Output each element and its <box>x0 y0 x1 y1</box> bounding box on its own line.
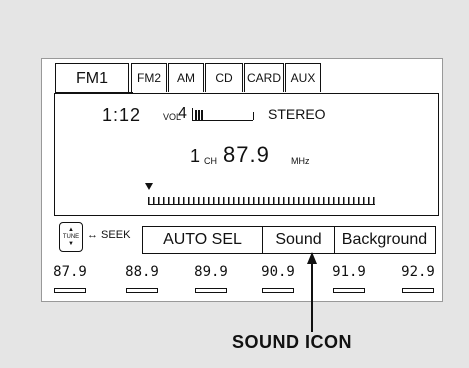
tune-up-icon[interactable]: ▲ <box>68 227 74 234</box>
preset-freq: 90.9 <box>261 264 295 280</box>
tune-down-icon[interactable]: ▼ <box>68 241 74 248</box>
sound-icon-callout: SOUND ICON <box>232 332 353 352</box>
clock: 1:12 <box>102 105 142 125</box>
tune-control[interactable]: ▲ TUNE ▼ <box>59 222 83 252</box>
preset-5[interactable]: 91.9 <box>329 264 369 293</box>
tab-aux[interactable]: AUX <box>285 63 321 92</box>
preset-bar <box>402 288 434 293</box>
preset-bar <box>262 288 294 293</box>
preset-6[interactable]: 92.9 <box>398 264 438 293</box>
frequency-unit: MHz <box>291 156 310 166</box>
preset-bar <box>333 288 365 293</box>
preset-4[interactable]: 90.9 <box>258 264 298 293</box>
preset-freq: 87.9 <box>53 264 87 280</box>
callout-line <box>311 262 313 332</box>
preset-freq: 92.9 <box>401 264 435 280</box>
tuning-marker-icon <box>145 183 153 190</box>
tab-fm1[interactable]: FM1 <box>55 63 129 94</box>
tune-label: TUNE <box>62 233 80 240</box>
sound-button[interactable]: Sound <box>262 226 335 254</box>
preset-bar <box>126 288 158 293</box>
preset-bar <box>195 288 227 293</box>
volume-bar <box>192 108 254 121</box>
preset-freq: 89.9 <box>194 264 228 280</box>
channel-number: 1 <box>190 146 201 166</box>
volume-value: 4 <box>178 105 187 122</box>
auto-sel-button[interactable]: AUTO SEL <box>141 226 264 254</box>
tab-fm2[interactable]: FM2 <box>131 63 167 92</box>
seek-label: ↔ SEEK <box>87 229 131 241</box>
frequency-readout: 87.9 <box>223 142 270 167</box>
preset-row: 87.9 88.9 89.9 90.9 91.9 92.9 <box>53 264 438 294</box>
background-button[interactable]: Background <box>333 226 436 254</box>
channel-label: CH <box>204 156 217 166</box>
preset-1[interactable]: 87.9 <box>50 264 90 293</box>
tab-cd[interactable]: CD <box>205 63 243 92</box>
preset-freq: 88.9 <box>125 264 159 280</box>
stereo-indicator: STEREO <box>268 106 326 122</box>
function-buttons: AUTO SEL Sound Background <box>141 226 436 254</box>
preset-freq: 91.9 <box>332 264 366 280</box>
tab-card[interactable]: CARD <box>244 63 284 92</box>
preset-bar <box>54 288 86 293</box>
preset-3[interactable]: 89.9 <box>191 264 231 293</box>
tab-am[interactable]: AM <box>168 63 204 92</box>
tuning-scale <box>148 197 375 205</box>
preset-2[interactable]: 88.9 <box>122 264 162 293</box>
